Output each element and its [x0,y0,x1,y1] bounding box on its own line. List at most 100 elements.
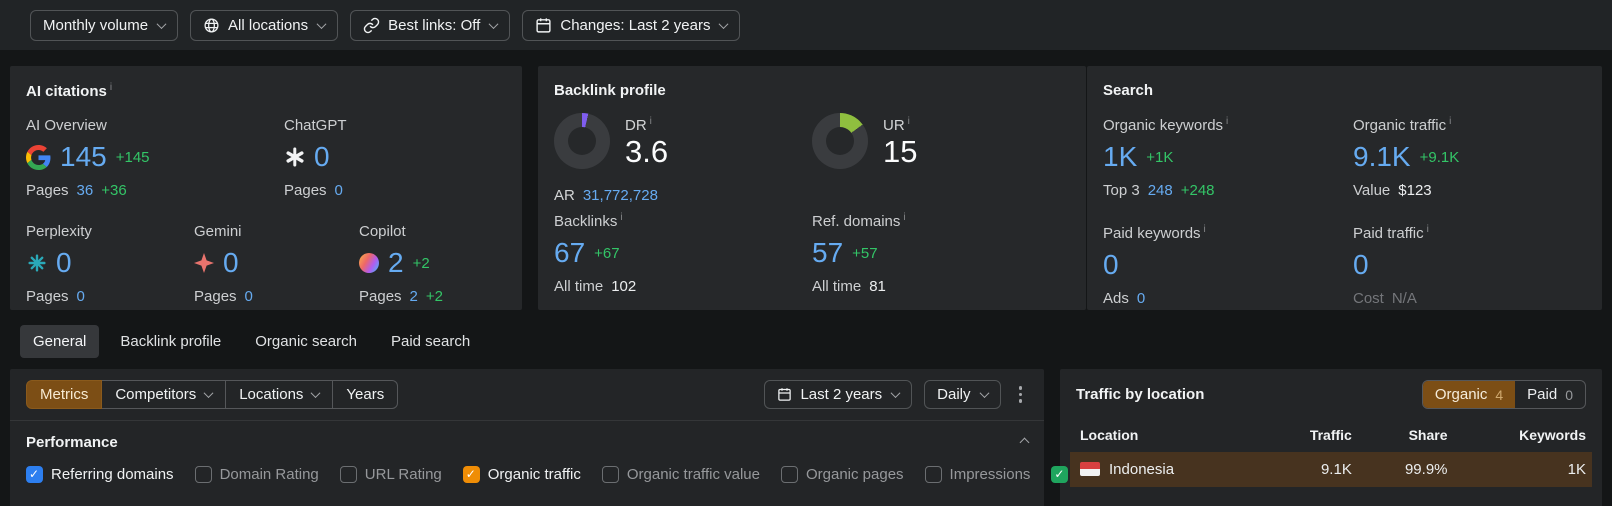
locations-dropdown[interactable]: Locations [226,380,333,409]
organic-traffic-value[interactable]: 9.1K [1353,143,1411,171]
col-share[interactable]: Share [1358,423,1454,452]
ar-value[interactable]: 31,772,728 [583,187,658,204]
chevron-down-icon [891,388,901,398]
ai-overview-value[interactable]: 145 [60,143,107,171]
copilot-pages[interactable]: 2 [410,288,418,305]
granularity-dropdown[interactable]: Daily [924,380,1000,409]
tab-organic-search[interactable]: Organic search [242,325,370,358]
organic-keywords-delta: +1K [1146,149,1173,166]
ai-citations-title: AI citationsi [26,82,506,100]
checkbox-icon [602,466,619,483]
checkbox-organic-pages[interactable]: Organic pages [781,466,904,483]
organic-traffic-metric: Organic traffici 9.1K +9.1K Value$123 [1353,116,1586,199]
best-links-dropdown[interactable]: Best links: Off [350,10,510,41]
copilot-delta: +2 [413,255,430,272]
years-button[interactable]: Years [333,380,398,409]
collapse-chevron-icon[interactable] [1020,438,1030,448]
pages-label: Pages [26,182,69,199]
ads-label: Ads [1103,290,1129,307]
info-icon[interactable]: i [1226,116,1228,127]
backlinks-label: Backlinksi [554,212,812,230]
info-icon[interactable]: i [1449,116,1451,127]
chatgpt-value[interactable]: 0 [314,143,330,171]
paid-keywords-metric: Paid keywordsi 0 Ads 0 [1103,224,1353,307]
col-keywords[interactable]: Keywords [1454,423,1592,452]
organic-keywords-value[interactable]: 1K [1103,143,1137,171]
calendar-icon [777,387,792,402]
paid-keywords-value[interactable]: 0 [1103,251,1119,279]
best-links-label: Best links: Off [388,17,480,34]
info-icon[interactable]: i [903,212,905,223]
gemini-label: Gemini [194,223,359,240]
checkbox-icon [195,466,212,483]
organic-paid-toggle: Organic4 Paid0 [1422,380,1586,409]
checkbox-domain-rating[interactable]: Domain Rating [195,466,319,483]
backlink-profile-title: Backlink profile [554,82,1070,99]
paid-toggle-button[interactable]: Paid0 [1515,381,1585,408]
chevron-down-icon [157,19,167,29]
paid-traffic-metric: Paid traffici 0 CostN/A [1353,224,1586,307]
dr-gauge [554,113,610,169]
col-location[interactable]: Location [1070,423,1263,452]
top3-value[interactable]: 248 [1148,182,1173,199]
info-icon[interactable]: i [110,82,112,93]
more-options-button[interactable] [1013,382,1029,407]
ai-citations-panel: AI citationsi AI Overview 145 +145 Pages… [10,66,522,310]
col-traffic[interactable]: Traffic [1263,423,1358,452]
checkbox-organic-traffic-value[interactable]: Organic traffic value [602,466,760,483]
competitors-dropdown[interactable]: Competitors [102,380,226,409]
all-locations-dropdown[interactable]: All locations [190,10,338,41]
ai-overview-pages[interactable]: 36 [77,182,94,199]
gemini-value[interactable]: 0 [223,249,239,277]
ref-domains-value[interactable]: 57 [812,239,843,267]
perplexity-value[interactable]: 0 [56,249,72,277]
organic-count: 4 [1495,387,1503,403]
date-range-dropdown[interactable]: Last 2 years [764,380,912,409]
paid-keywords-label: Paid keywordsi [1103,224,1353,242]
info-icon[interactable]: i [908,116,910,127]
organic-toggle-button[interactable]: Organic4 [1423,381,1515,408]
tab-paid-search[interactable]: Paid search [378,325,483,358]
checkbox-impressions[interactable]: Impressions [925,466,1031,483]
checkbox-referring-domains[interactable]: Referring domains [26,466,174,483]
info-icon[interactable]: i [1427,224,1429,235]
monthly-volume-dropdown[interactable]: Monthly volume [30,10,178,41]
backlinks-value[interactable]: 67 [554,239,585,267]
top3-label: Top 3 [1103,182,1140,199]
search-title: Search [1103,82,1586,99]
checkbox-icon [463,466,480,483]
info-icon[interactable]: i [1204,224,1206,235]
checkbox-label: Organic pages [806,466,904,483]
metrics-button[interactable]: Metrics [26,380,102,409]
tab-general[interactable]: General [20,325,99,358]
changes-range-dropdown[interactable]: Changes: Last 2 years [522,10,740,41]
chevron-down-icon [317,19,327,29]
location-keywords[interactable]: 1K [1454,452,1592,487]
checkbox-organic-traffic[interactable]: Organic traffic [463,466,581,483]
pages-label: Pages [26,288,69,305]
table-row-indonesia[interactable]: Indonesia 9.1K 99.9% 1K [1070,452,1592,487]
globe-icon [203,17,220,34]
backlinks-metric: Backlinksi 67 +67 All time102 [554,212,812,295]
organic-keywords-label: Organic keywordsi [1103,116,1353,134]
tab-backlink-profile[interactable]: Backlink profile [107,325,234,358]
changes-range-label: Changes: Last 2 years [560,17,710,34]
perplexity-metric: Perplexity 0 Pages0 [26,223,194,305]
cost-value: N/A [1392,290,1417,307]
checkbox-icon [340,466,357,483]
copilot-value[interactable]: 2 [388,249,404,277]
checkbox-url-rating[interactable]: URL Rating [340,466,442,483]
gemini-pages[interactable]: 0 [245,288,253,305]
traffic-by-location-title: Traffic by location [1076,386,1204,403]
chatgpt-pages[interactable]: 0 [335,182,343,199]
checkbox-icon [26,466,43,483]
paid-traffic-value[interactable]: 0 [1353,251,1369,279]
perplexity-icon [26,253,47,274]
perplexity-pages[interactable]: 0 [77,288,85,305]
checkbox-label: Domain Rating [220,466,319,483]
alltime-label: All time [812,278,861,295]
location-name: Indonesia [1109,461,1174,478]
info-icon[interactable]: i [650,116,652,127]
info-icon[interactable]: i [620,212,622,223]
ads-value[interactable]: 0 [1137,290,1145,307]
